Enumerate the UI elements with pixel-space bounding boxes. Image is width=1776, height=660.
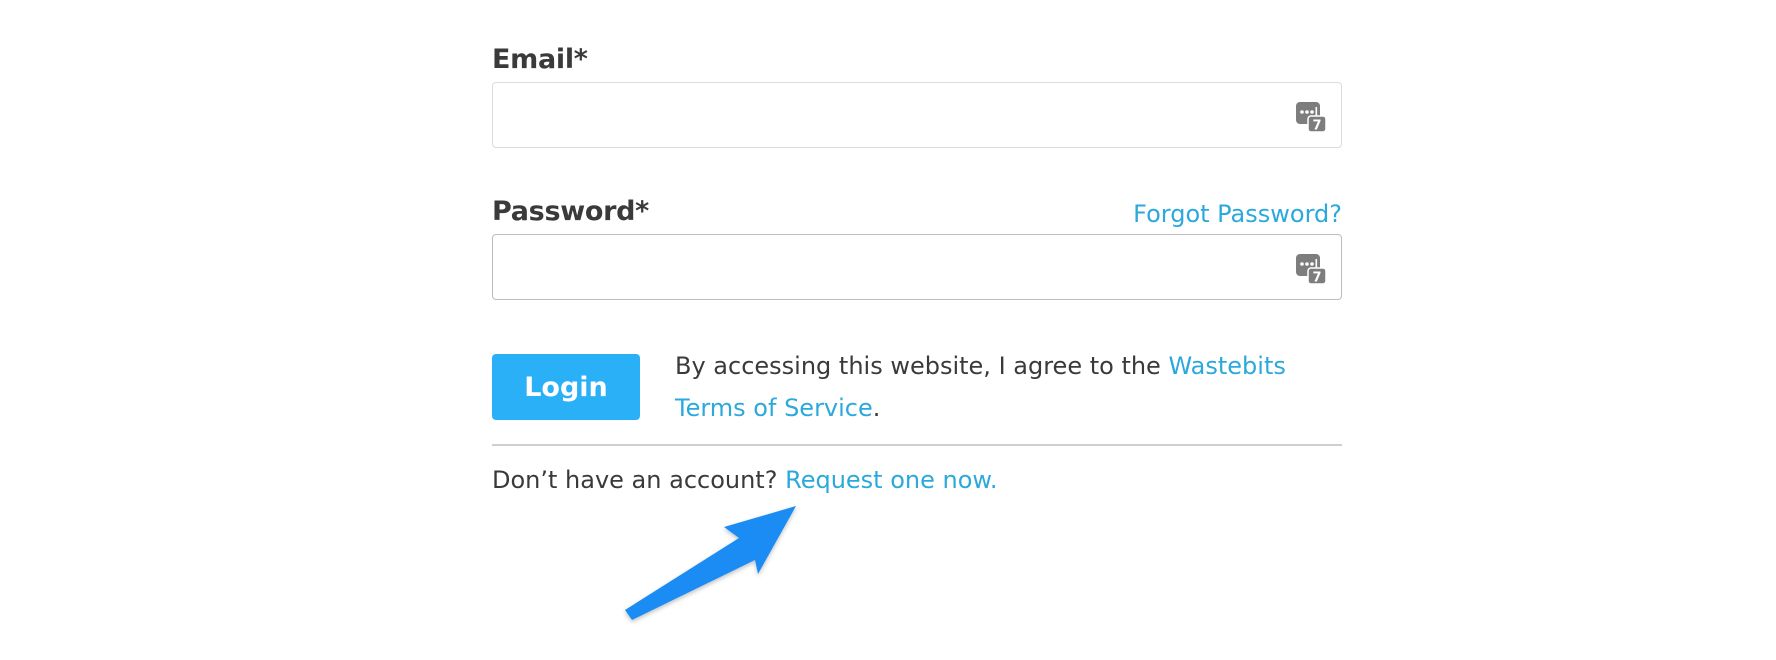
request-account-link[interactable]: Request one now. xyxy=(785,466,997,494)
email-field-box[interactable]: 7 xyxy=(492,82,1342,148)
terms-text: By accessing this website, I agree to th… xyxy=(675,345,1342,429)
password-input[interactable] xyxy=(493,235,1273,299)
svg-text:7: 7 xyxy=(1312,271,1321,286)
forgot-password-link[interactable]: Forgot Password? xyxy=(1133,200,1342,228)
terms-prefix: By accessing this website, I agree to th… xyxy=(675,352,1169,380)
password-manager-icon[interactable]: 7 xyxy=(1295,101,1327,133)
password-field-box[interactable]: 7 xyxy=(492,234,1342,300)
signup-line: Don’t have an account? Request one now. xyxy=(492,466,997,494)
terms-suffix: . xyxy=(872,394,881,422)
login-form: Email* 7 Password* Forgot Password? 7 Lo… xyxy=(492,0,1342,660)
email-label: Email* xyxy=(492,44,588,75)
password-manager-icon[interactable]: 7 xyxy=(1295,253,1327,285)
email-input[interactable] xyxy=(493,83,1273,147)
signup-prompt: Don’t have an account? xyxy=(492,466,786,494)
divider xyxy=(492,444,1342,446)
login-button[interactable]: Login xyxy=(492,354,640,420)
svg-text:7: 7 xyxy=(1312,119,1321,134)
password-label: Password* xyxy=(492,196,649,227)
